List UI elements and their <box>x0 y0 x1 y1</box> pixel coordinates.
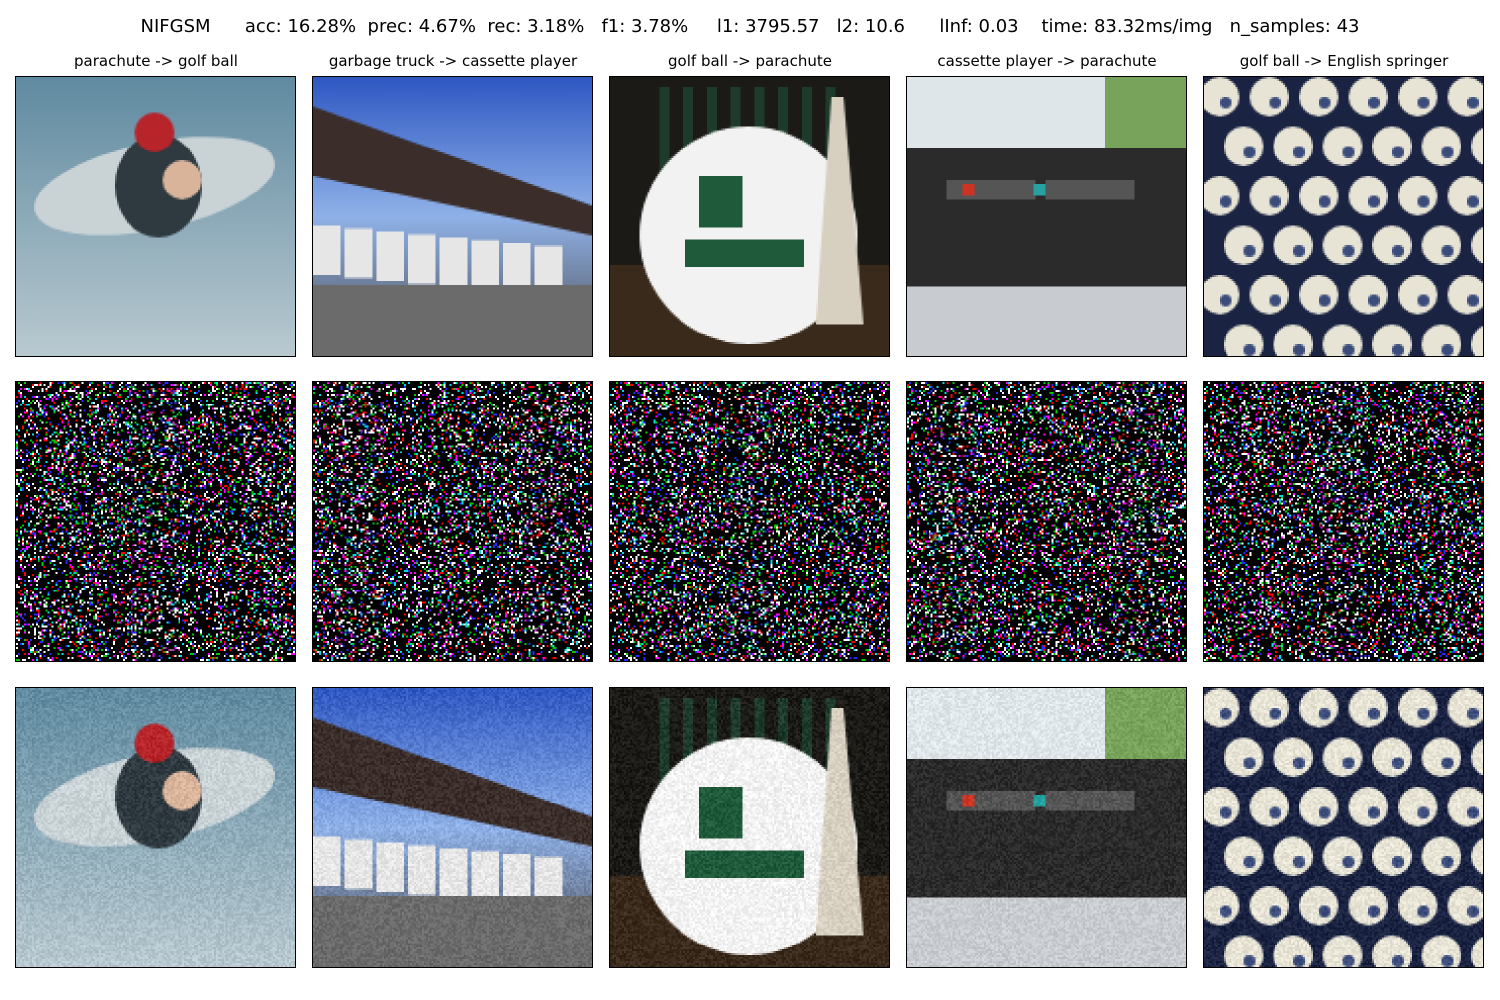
adversarial-image-1 <box>15 687 296 968</box>
column-title-3: golf ball -> parachute <box>668 52 832 70</box>
adversarial-image-3 <box>609 687 890 968</box>
column-title-2: garbage truck -> cassette player <box>328 52 578 70</box>
original-image-parachute <box>15 76 296 357</box>
original-image-cassette-player <box>906 76 1187 357</box>
figure-suptitle: NIFGSM acc: 16.28% prec: 4.67% rec: 3.18… <box>140 16 1360 37</box>
column-title-1: parachute -> golf ball <box>74 52 238 70</box>
column-title-5: golf ball -> English springer <box>1239 52 1449 70</box>
adversarial-image-2 <box>312 687 593 968</box>
perturbation-map-5 <box>1203 381 1484 662</box>
perturbation-map-1 <box>15 381 296 662</box>
perturbation-map-3 <box>609 381 890 662</box>
original-image-golf-balls <box>1203 76 1484 357</box>
original-image-golf-ball <box>609 76 890 357</box>
perturbation-map-2 <box>312 381 593 662</box>
perturbation-map-4 <box>906 381 1187 662</box>
original-image-garbage-truck <box>312 76 593 357</box>
adversarial-image-4 <box>906 687 1187 968</box>
column-title-4: cassette player -> parachute <box>937 52 1157 70</box>
adversarial-image-5 <box>1203 687 1484 968</box>
